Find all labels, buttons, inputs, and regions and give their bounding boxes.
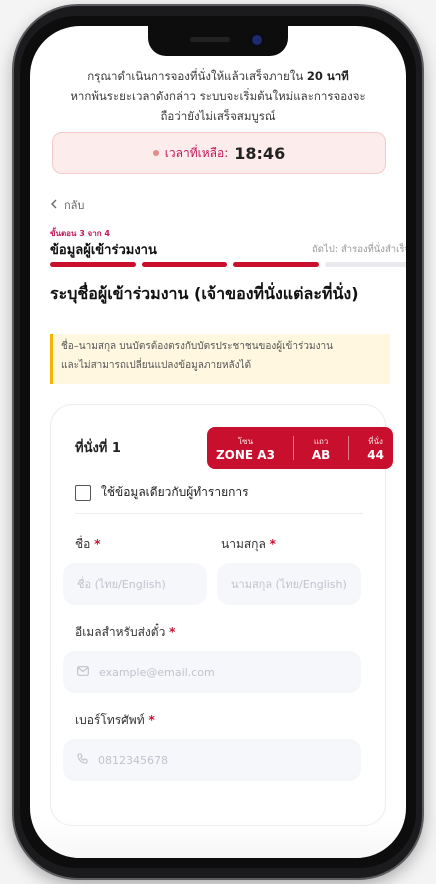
- first-name-input[interactable]: ชื่อ (ไทย/English): [63, 563, 207, 605]
- next-step-label: ถัดไป: สำรองที่นั่งสำเร็จ: [312, 244, 406, 255]
- first-name-placeholder: ชื่อ (ไทย/English): [77, 578, 166, 591]
- required-mark: *: [169, 625, 176, 639]
- page-title: ระบุชื่อผู้เข้าร่วมงาน (เจ้าของที่นั่งแต…: [50, 284, 359, 303]
- step-title: ข้อมูลผู้เข้าร่วมงาน: [50, 243, 157, 258]
- same-as-buyer-option[interactable]: ใช้ข้อมูลเดียวกับผู้ทำรายการ: [75, 483, 249, 502]
- phone-label: เบอร์โทรศัพท์ *: [75, 711, 155, 730]
- badge-divider: [348, 436, 350, 460]
- same-as-buyer-label: ใช้ข้อมูลเดียวกับผู้ทำรายการ: [101, 485, 249, 499]
- zone-info: โซน ZONE A3: [216, 435, 275, 462]
- last-name-input[interactable]: นามสกุล (ไทย/English): [217, 563, 361, 605]
- required-mark: *: [148, 713, 155, 727]
- progress-segment-4: [324, 262, 406, 267]
- same-as-buyer-checkbox[interactable]: [75, 484, 91, 501]
- row-info: แถว AB: [312, 435, 330, 462]
- intro-line1: กรุณาดำเนินการจองที่นั่งให้แล้วเสร็จภายใ…: [87, 69, 307, 83]
- seat-value: 44: [367, 447, 384, 462]
- intro-line3: ถือว่ายังไม่เสร็จสมบูรณ์: [160, 109, 276, 123]
- progress-segment-2: [141, 262, 227, 267]
- zone-value: ZONE A3: [215, 447, 275, 462]
- phone-screen: กรุณาดำเนินการจองที่นั่งให้แล้วเสร็จภายใ…: [30, 26, 406, 858]
- seat-info: ที่นั่ง 44: [367, 435, 384, 462]
- phone-notch: [148, 26, 288, 56]
- email-label-text: อีเมลสำหรับส่งตั๋ว: [75, 625, 166, 639]
- divider: [75, 513, 363, 514]
- email-placeholder: example@email.com: [99, 665, 215, 679]
- phone-icon: [77, 753, 88, 767]
- camera-icon: [252, 35, 262, 45]
- progress-segment-1: [50, 262, 136, 267]
- time-limit-value: 20 นาที: [306, 69, 349, 83]
- timer-value: 18:46: [234, 143, 286, 163]
- required-mark: *: [269, 537, 276, 551]
- seat-number-label: ที่นั่งที่ 1: [75, 441, 121, 456]
- name-warning-notice: ชื่อ–นามสกุล บนบัตรต้องตรงกับบัตรประชาชน…: [50, 334, 390, 384]
- email-label: อีเมลสำหรับส่งตั๋ว *: [75, 623, 175, 642]
- speaker-grille: [190, 37, 230, 42]
- required-mark: *: [94, 537, 101, 551]
- row-key: แถว: [313, 436, 329, 446]
- chevron-left-icon: [50, 199, 58, 212]
- mail-icon: [77, 665, 89, 679]
- seat-info-badge: โซน ZONE A3 แถว AB ที่นั่ง 44: [207, 427, 393, 469]
- badge-divider: [292, 436, 294, 460]
- intro-line2: หากพ้นระยะเวลาดังกล่าว ระบบจะเริ่มต้นใหม…: [70, 89, 366, 103]
- notice-line2: และไม่สามารถเปลี่ยนแปลงข้อมูลภายหลังได้: [61, 360, 252, 371]
- progress-segment-3: [233, 262, 319, 267]
- email-input[interactable]: example@email.com: [63, 651, 361, 693]
- phone-label-text: เบอร์โทรศัพท์: [75, 713, 145, 727]
- phone-input[interactable]: 0812345678: [63, 739, 361, 781]
- bottom-fade: [30, 818, 406, 858]
- back-button[interactable]: กลับ: [50, 196, 84, 214]
- last-name-label-text: นามสกุล: [221, 537, 266, 551]
- row-value: AB: [311, 447, 331, 462]
- phone-placeholder: 0812345678: [98, 753, 168, 767]
- step-progress-bar: [50, 262, 406, 267]
- countdown-timer: เวลาที่เหลือ: 18:46: [52, 132, 386, 174]
- timer-dot-icon: [152, 150, 159, 156]
- back-label: กลับ: [64, 199, 85, 212]
- last-name-placeholder: นามสกุล (ไทย/English): [231, 578, 347, 591]
- first-name-label-text: ชื่อ: [75, 537, 91, 551]
- first-name-label: ชื่อ *: [75, 535, 100, 554]
- time-limit-message: กรุณาดำเนินการจองที่นั่งให้แล้วเสร็จภายใ…: [50, 66, 386, 126]
- last-name-label: นามสกุล *: [221, 535, 276, 554]
- zone-key: โซน: [237, 436, 254, 446]
- seat-key: ที่นั่ง: [368, 436, 383, 446]
- attendee-card: ที่นั่งที่ 1 โซน ZONE A3 แถว AB ที่นั่ง …: [50, 404, 393, 826]
- notice-line1: ชื่อ–นามสกุล บนบัตรต้องตรงกับบัตรประชาชน…: [61, 341, 333, 352]
- timer-label: เวลาที่เหลือ:: [164, 145, 229, 160]
